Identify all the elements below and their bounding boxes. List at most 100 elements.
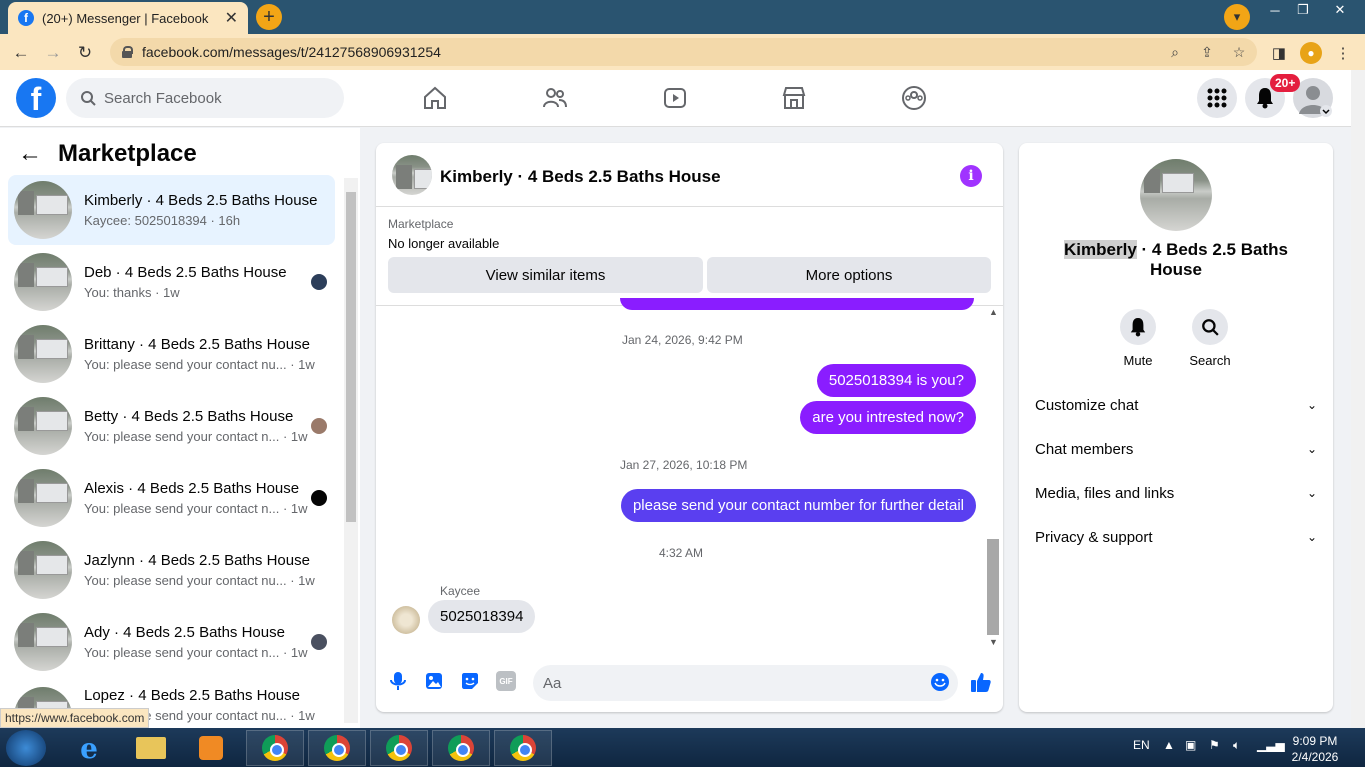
search-input[interactable]	[104, 89, 324, 107]
back-arrow-icon[interactable]: ←	[18, 140, 42, 168]
photo-icon[interactable]	[424, 671, 444, 691]
chrome-window-1[interactable]	[246, 730, 304, 766]
conversation-item-kimberly[interactable]: Kimberly · 4 Beds 2.5 Baths House Kaycee…	[8, 175, 335, 245]
listing-thumbnail	[14, 181, 72, 239]
emoji-icon[interactable]	[930, 672, 950, 692]
marketplace-label: Marketplace	[388, 217, 454, 231]
outgoing-message[interactable]: 5025018394 is you?	[816, 364, 976, 397]
action-center-flag-icon[interactable]: ⚑	[1209, 738, 1220, 752]
conversation-item-deb[interactable]: Deb · 4 Beds 2.5 Baths House You: thanks…	[8, 247, 335, 317]
listing-thumbnail	[14, 541, 72, 599]
privacy-support-item[interactable]: Privacy & support ⌄	[1035, 519, 1317, 555]
outgoing-message[interactable]: please send your contact number for furt…	[620, 489, 976, 522]
item-label: Media, files and links	[1035, 484, 1175, 502]
friends-icon[interactable]	[541, 84, 569, 112]
conversation-preview: You: please send your contact nu... · 1w	[84, 573, 315, 588]
system-clock[interactable]: 9:09 PM 2/4/2026	[1285, 733, 1345, 765]
search-icon	[1202, 319, 1219, 336]
volume-icon[interactable]: 🔈︎	[1233, 738, 1240, 753]
tab-close-icon[interactable]: ✕	[225, 8, 238, 28]
search-label: Search	[1189, 353, 1231, 368]
conversation-list-scrollbar[interactable]	[344, 178, 358, 723]
chrome-icon	[510, 735, 536, 761]
facebook-logo-icon[interactable]: f	[16, 78, 56, 118]
browser-tab[interactable]: f (20+) Messenger | Facebook ✕	[8, 2, 248, 34]
message-composer: GIF	[376, 659, 1003, 711]
watch-video-icon[interactable]	[661, 84, 689, 112]
new-tab-button[interactable]: +	[256, 4, 282, 30]
chat-panel: Kimberly · 4 Beds 2.5 Baths House i Mark…	[376, 143, 1003, 712]
conversation-item-betty[interactable]: Betty · 4 Beds 2.5 Baths House You: plea…	[8, 391, 335, 461]
chat-avatar[interactable]	[392, 155, 432, 195]
back-arrow-icon[interactable]: ←	[10, 42, 32, 64]
microphone-icon[interactable]	[388, 671, 408, 691]
details-avatar[interactable]	[1140, 159, 1212, 231]
device-icon[interactable]: ▣	[1185, 738, 1196, 752]
conversation-name: Ady · 4 Beds 2.5 Baths House	[84, 624, 285, 641]
conversation-item-jazlynn[interactable]: Jazlynn · 4 Beds 2.5 Baths House You: pl…	[8, 535, 335, 605]
item-label: Customize chat	[1035, 396, 1139, 414]
scrollbar-thumb[interactable]	[346, 192, 356, 522]
media-files-links-item[interactable]: Media, files and links ⌄	[1035, 475, 1317, 511]
gif-icon[interactable]: GIF	[496, 671, 516, 691]
scroll-down-icon[interactable]: ▼	[989, 637, 998, 647]
media-player-icon[interactable]	[182, 730, 240, 766]
reload-icon[interactable]: ↻	[74, 42, 96, 64]
lock-icon	[122, 46, 133, 58]
groups-icon[interactable]	[900, 84, 928, 112]
outgoing-message[interactable]: are you intrested now?	[800, 401, 976, 434]
tab-search-icon[interactable]: ▾	[1224, 4, 1250, 30]
show-hidden-icons-icon[interactable]: ▲	[1163, 738, 1175, 752]
scroll-up-icon[interactable]: ▲	[989, 307, 998, 317]
info-icon[interactable]: i	[960, 165, 982, 187]
message-input-container[interactable]	[533, 665, 958, 701]
chrome-window-4[interactable]	[432, 730, 490, 766]
incoming-message[interactable]: 5025018394	[428, 600, 536, 633]
home-icon[interactable]	[421, 84, 449, 112]
view-similar-items-button[interactable]: View similar items	[388, 257, 703, 293]
seen-avatar	[311, 274, 327, 290]
forward-arrow-icon[interactable]: →	[42, 42, 64, 64]
chat-members-item[interactable]: Chat members ⌄	[1035, 431, 1317, 467]
sender-avatar[interactable]	[392, 606, 420, 634]
sticker-icon[interactable]	[460, 671, 480, 691]
windows-start-icon[interactable]	[6, 730, 46, 766]
browser-menu-icon[interactable]: ⋮	[1332, 42, 1354, 64]
mute-button[interactable]: Mute	[1108, 309, 1168, 368]
chrome-window-2[interactable]	[308, 730, 366, 766]
share-icon[interactable]: ⇪	[1196, 38, 1218, 66]
notification-badge: 20+	[1270, 74, 1301, 92]
zoom-search-icon[interactable]: ⌕	[1164, 38, 1186, 66]
menu-grid-button[interactable]	[1197, 78, 1237, 118]
panel-title: Marketplace	[58, 140, 197, 167]
chat-title[interactable]: Kimberly · 4 Beds 2.5 Baths House	[440, 167, 721, 187]
chrome-window-5[interactable]	[494, 730, 552, 766]
more-options-button[interactable]: More options	[707, 257, 991, 293]
scrollbar-thumb[interactable]	[987, 539, 999, 635]
chevron-down-icon: ⌄	[1306, 530, 1317, 544]
search-conversation-button[interactable]: Search	[1180, 309, 1240, 368]
network-signal-icon[interactable]: ▁▃▅	[1257, 738, 1285, 752]
conversation-item-ady[interactable]: Ady · 4 Beds 2.5 Baths House You: please…	[8, 607, 335, 677]
side-panel-icon[interactable]: ◨	[1268, 42, 1290, 64]
language-indicator[interactable]: EN	[1133, 738, 1150, 752]
file-explorer-icon[interactable]	[122, 730, 180, 766]
chat-scrollbar[interactable]: ▲ ▼	[986, 305, 1000, 649]
window-close-button[interactable]: ✕	[1318, 0, 1362, 20]
browser-toolbar: ← → ↻ facebook.com/messages/t/2412756890…	[0, 34, 1365, 70]
facebook-search[interactable]	[66, 78, 344, 118]
marketplace-icon[interactable]	[780, 84, 808, 112]
conversation-item-brittany[interactable]: Brittany · 4 Beds 2.5 Baths House You: p…	[8, 319, 335, 389]
window-maximize-button[interactable]: ❐	[1290, 0, 1316, 20]
internet-explorer-icon[interactable]: e	[60, 730, 118, 766]
chrome-window-3[interactable]	[370, 730, 428, 766]
window-minimize-button[interactable]: ─	[1262, 0, 1288, 20]
address-bar[interactable]: facebook.com/messages/t/2412756890693125…	[110, 38, 1257, 66]
message-input[interactable]	[543, 674, 913, 692]
browser-profile-icon[interactable]: ●	[1300, 42, 1322, 64]
customize-chat-item[interactable]: Customize chat ⌄	[1035, 387, 1317, 423]
thumbs-up-icon[interactable]	[970, 671, 992, 693]
conversation-item-alexis[interactable]: Alexis · 4 Beds 2.5 Baths House You: ple…	[8, 463, 335, 533]
page-scrollbar[interactable]	[1351, 70, 1365, 728]
bookmark-star-icon[interactable]: ☆	[1228, 38, 1250, 66]
